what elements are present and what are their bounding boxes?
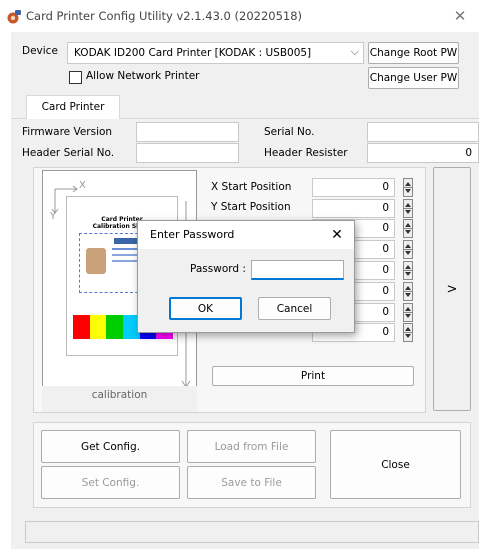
header-resister-label: Header Resister — [264, 147, 348, 159]
chevron-down-icon: ⌵ — [350, 45, 359, 58]
position-spinner-5[interactable] — [403, 261, 413, 280]
position-spinner-3[interactable] — [403, 219, 413, 238]
position-spinner-7[interactable] — [403, 303, 413, 322]
cancel-button[interactable]: Cancel — [258, 297, 331, 320]
close-button[interactable]: Close — [330, 430, 461, 499]
password-dialog-title: Enter Password — [150, 228, 235, 241]
serial-no-field — [367, 122, 479, 142]
x-start-position-label: X Start Position — [211, 181, 292, 193]
firmware-version-field — [136, 122, 239, 142]
position-value-4: 0 — [382, 243, 389, 255]
device-label: Device — [22, 45, 58, 57]
window-close-button[interactable]: ✕ — [449, 6, 471, 26]
set-config-button[interactable]: Set Config. — [41, 466, 180, 499]
x-start-position-spinner[interactable] — [403, 178, 413, 197]
get-config-button[interactable]: Get Config. — [41, 430, 180, 463]
allow-network-checkbox[interactable] — [69, 71, 82, 84]
status-bar — [25, 521, 479, 543]
change-root-pw-button[interactable]: Change Root PW — [368, 42, 459, 64]
card-logo — [114, 238, 138, 244]
allow-network-label: Allow Network Printer — [86, 70, 200, 82]
position-spinner-4[interactable] — [403, 240, 413, 259]
password-input[interactable] — [251, 260, 344, 280]
password-dialog: Enter Password ✕ Password : OK Cancel — [137, 220, 355, 333]
password-label: Password : — [190, 263, 246, 275]
color-bar-1 — [73, 315, 90, 339]
position-spinner-6[interactable] — [403, 282, 413, 301]
x-axis-label: X — [79, 180, 86, 191]
color-bar-2 — [89, 315, 107, 339]
device-select[interactable]: KODAK ID200 Card Printer [KODAK : USB005… — [67, 42, 364, 64]
y-axis-label: Y — [50, 211, 57, 222]
y-start-position-value: 0 — [382, 202, 389, 214]
save-to-file-button[interactable]: Save to File — [187, 466, 316, 499]
window-title: Card Printer Config Utility v2.1.43.0 (2… — [26, 9, 303, 23]
tab-card-printer[interactable]: Card Printer — [26, 95, 120, 119]
password-dialog-titlebar: Enter Password ✕ — [138, 221, 354, 249]
portrait-photo — [86, 248, 106, 274]
position-spinner-8[interactable] — [403, 323, 413, 342]
position-value-3: 0 — [382, 222, 389, 234]
y-start-position-spinner[interactable] — [403, 199, 413, 218]
device-select-value: KODAK ID200 Card Printer [KODAK : USB005… — [74, 47, 312, 59]
app-gear-icon — [7, 10, 21, 24]
header-serial-field — [136, 143, 239, 163]
ok-button[interactable]: OK — [169, 297, 242, 320]
change-user-pw-button[interactable]: Change User PW — [368, 67, 459, 89]
header-serial-label: Header Serial No. — [22, 147, 115, 159]
color-bar-3 — [106, 315, 124, 339]
y-start-position-input[interactable]: 0 — [312, 199, 395, 218]
y-start-position-label: Y Start Position — [211, 201, 291, 213]
print-button[interactable]: Print — [212, 366, 414, 386]
header-resister-field: 0 — [367, 143, 479, 163]
title-bar: Card Printer Config Utility v2.1.43.0 (2… — [0, 0, 479, 32]
x-start-position-input[interactable]: 0 — [312, 178, 395, 197]
serial-no-label: Serial No. — [264, 126, 315, 138]
password-dialog-close-button[interactable]: ✕ — [326, 225, 348, 245]
header-resister-value: 0 — [465, 147, 472, 159]
next-page-button[interactable]: > — [433, 167, 471, 411]
x-start-position-value: 0 — [382, 181, 389, 193]
position-value-5: 0 — [382, 264, 389, 276]
position-value-8: 0 — [382, 326, 389, 338]
firmware-version-label: Firmware Version — [22, 126, 113, 138]
load-from-file-button[interactable]: Load from File — [187, 430, 316, 463]
preview-caption: calibration — [42, 386, 197, 412]
position-value-7: 0 — [382, 306, 389, 318]
position-value-6: 0 — [382, 285, 389, 297]
